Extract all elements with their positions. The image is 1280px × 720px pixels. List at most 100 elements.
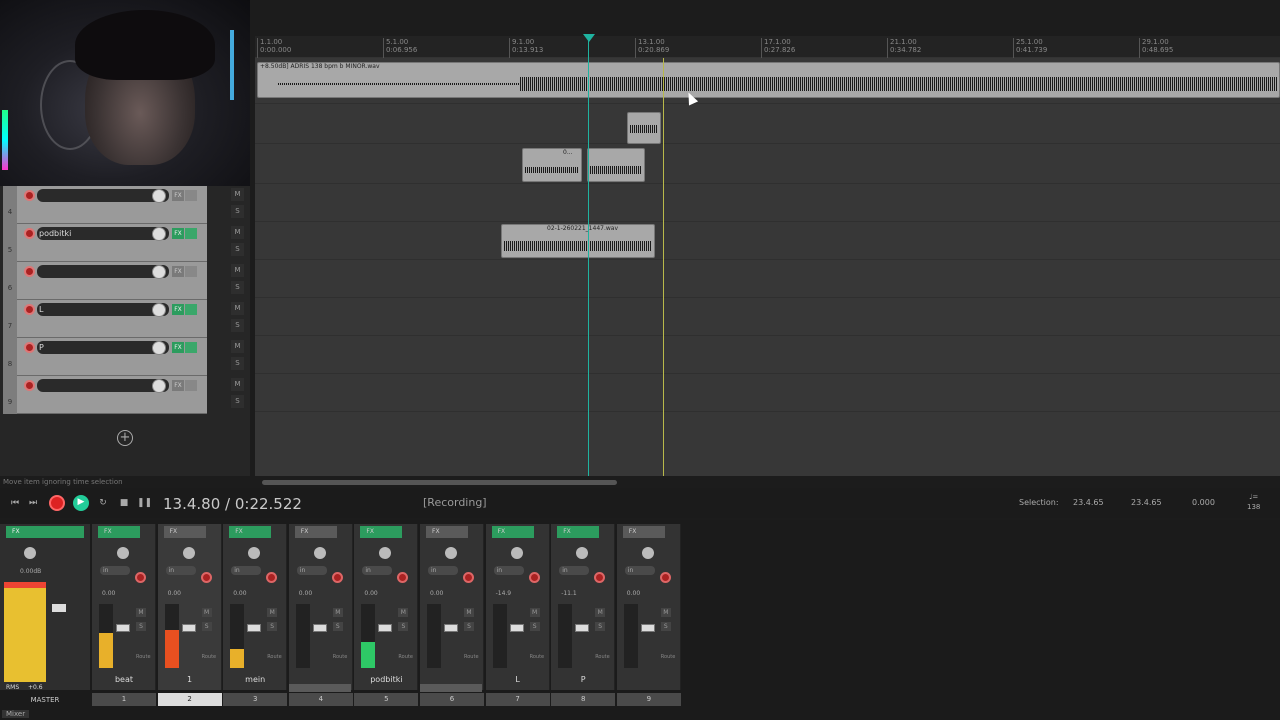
strip-mute[interactable]: M [595, 608, 606, 617]
repeat-icon[interactable]: ↻ [96, 496, 110, 510]
pan-knob[interactable] [248, 547, 261, 559]
strip-fader[interactable] [640, 624, 655, 632]
master-pan-knob[interactable] [24, 547, 36, 559]
strip-number[interactable]: 1 [92, 693, 156, 706]
pan-knob[interactable] [313, 547, 326, 559]
route-button[interactable]: Route [530, 654, 545, 660]
mixer-strip[interactable]: FX in 0.00 M S Route mein [223, 524, 288, 690]
fx-button[interactable]: FX [172, 304, 184, 315]
route-button[interactable]: Route [136, 654, 151, 660]
strip-record-arm[interactable] [528, 572, 540, 583]
strip-solo[interactable]: S [267, 622, 278, 631]
input-select[interactable]: in [493, 566, 524, 575]
master-fader[interactable] [52, 604, 66, 612]
io-button[interactable] [185, 266, 197, 277]
selection-start[interactable]: 23.4.65 [1073, 498, 1104, 507]
strip-mute[interactable]: M [660, 608, 671, 617]
strip-number[interactable]: 8 [551, 693, 616, 706]
strip-solo[interactable]: S [464, 622, 474, 631]
mute-button[interactable]: M [231, 264, 244, 277]
mixer-strip[interactable]: FX in 0.00 M S Route [420, 524, 484, 690]
mixer-strip[interactable]: FX in 0.00 M S Route [288, 524, 353, 690]
playhead[interactable] [588, 36, 589, 476]
track-lane[interactable] [255, 104, 1280, 144]
record-arm-button[interactable] [24, 190, 35, 201]
input-select[interactable]: in [624, 566, 655, 575]
pan-knob[interactable] [182, 547, 195, 559]
solo-button[interactable]: S [231, 281, 244, 294]
track-name-field[interactable]: L [37, 303, 169, 316]
volume-knob[interactable] [152, 341, 166, 355]
mixer-tab[interactable]: Mixer [2, 710, 30, 718]
track-name-field[interactable]: P [37, 341, 169, 354]
mixer-strip[interactable]: FX in 0.00 M S Route 1 [157, 524, 222, 690]
strip-number[interactable]: 2 [157, 693, 222, 706]
volume-knob[interactable] [152, 303, 166, 317]
track-lane[interactable] [255, 336, 1280, 374]
strip-fader[interactable] [509, 624, 524, 632]
add-track-button[interactable]: + [117, 430, 133, 446]
timeline-ruler[interactable]: 1.1.00 0:00.000 5.1.00 0:06.956 9.1.00 0:13.9… [255, 36, 1280, 58]
fx-button[interactable]: FX [172, 190, 184, 201]
route-button[interactable]: Route [661, 654, 676, 660]
strip-solo[interactable]: S [201, 622, 212, 631]
track-lane[interactable] [255, 298, 1280, 336]
strip-name[interactable]: beat [92, 675, 156, 684]
volume-knob[interactable] [152, 379, 166, 393]
route-button[interactable]: Route [595, 654, 610, 660]
strip-fx-button[interactable]: FX [557, 526, 600, 538]
strip-number[interactable]: 4 [288, 693, 353, 706]
strip-record-arm[interactable] [397, 572, 409, 583]
track-lane[interactable] [255, 222, 1280, 260]
io-button[interactable] [185, 228, 197, 239]
track-name-field[interactable] [37, 189, 169, 202]
strip-number[interactable]: 5 [354, 693, 419, 706]
mixer-strip[interactable]: FX in -14.9 M S Route L [485, 524, 550, 690]
fx-button[interactable]: FX [172, 380, 184, 391]
track-lane[interactable] [255, 260, 1280, 298]
input-select[interactable]: in [559, 566, 590, 575]
io-button[interactable] [185, 304, 197, 315]
input-select[interactable]: in [362, 566, 393, 575]
strip-fx-button[interactable]: FX [98, 526, 140, 538]
strip-fader[interactable] [444, 624, 458, 632]
route-button[interactable]: Route [464, 654, 479, 660]
record-button[interactable] [49, 495, 65, 511]
strip-mute[interactable]: M [529, 608, 540, 617]
strip-name[interactable]: podbitki [354, 675, 418, 684]
track-header[interactable]: 6 FX [3, 262, 207, 300]
strip-fader[interactable] [116, 624, 130, 632]
track-lane[interactable] [255, 374, 1280, 412]
mute-button[interactable]: M [231, 188, 244, 201]
pan-knob[interactable] [641, 547, 654, 559]
strip-record-arm[interactable] [659, 572, 671, 583]
input-select[interactable]: in [231, 566, 262, 575]
mute-button[interactable]: M [231, 302, 244, 315]
audio-item-recording[interactable]: 02-1-260221_1447.wav [501, 224, 655, 258]
strip-solo[interactable]: S [332, 622, 343, 631]
record-arm-button[interactable] [24, 266, 35, 277]
pan-knob[interactable] [510, 547, 523, 559]
track-name-field[interactable] [37, 265, 169, 278]
io-button[interactable] [185, 342, 197, 353]
strip-solo[interactable]: S [660, 622, 671, 631]
volume-knob[interactable] [152, 265, 166, 279]
strip-fx-button[interactable]: FX [294, 526, 337, 538]
volume-knob[interactable] [152, 227, 166, 241]
strip-record-arm[interactable] [135, 572, 146, 583]
mute-button[interactable]: M [231, 226, 244, 239]
strip-number[interactable]: 6 [420, 693, 484, 706]
master-fx-button[interactable]: FX [6, 526, 84, 538]
volume-knob[interactable] [152, 189, 166, 203]
solo-button[interactable]: S [231, 243, 244, 256]
strip-fader[interactable] [378, 624, 393, 632]
route-button[interactable]: Route [267, 654, 282, 660]
strip-mute[interactable]: M [398, 608, 409, 617]
track-header[interactable]: 7 L FX [3, 300, 207, 338]
strip-number[interactable]: 7 [485, 693, 550, 706]
strip-solo[interactable]: S [529, 622, 540, 631]
io-button[interactable] [185, 380, 197, 391]
strip-fx-button[interactable]: FX [491, 526, 534, 538]
mute-button[interactable]: M [231, 340, 244, 353]
mixer-strip[interactable]: FX in -11.1 M S Route P [551, 524, 616, 690]
